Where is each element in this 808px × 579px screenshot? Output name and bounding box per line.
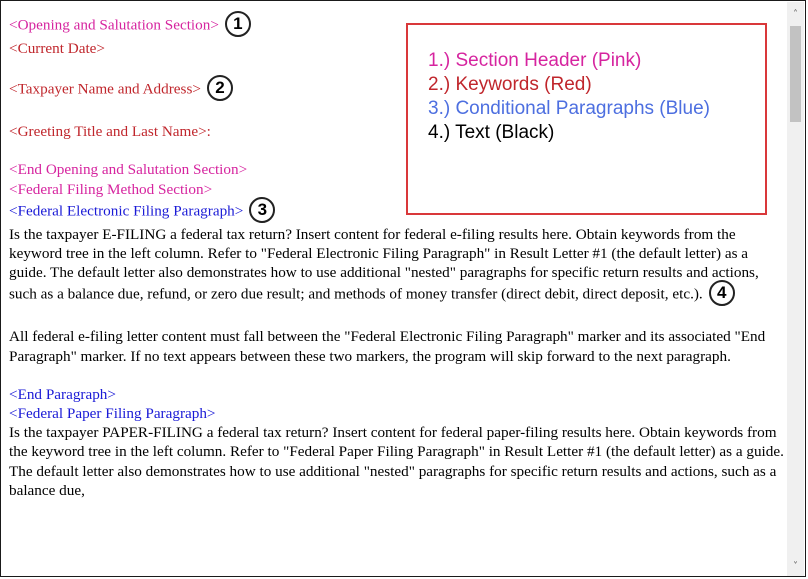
section-header-opening: <Opening and Salutation Section> <box>9 16 219 34</box>
callout-marker-2: 2 <box>206 75 233 102</box>
conditional-federal-paper: <Federal Paper Filing Paragraph> <box>9 405 216 423</box>
chevron-down-icon[interactable]: ˅ <box>787 558 804 575</box>
conditional-federal-electronic: <Federal Electronic Filing Paragraph> <box>9 202 244 220</box>
vertical-scrollbar[interactable]: ˄ ˅ <box>787 2 804 576</box>
color-legend: 1.) Section Header (Pink) 2.) Keywords (… <box>406 23 767 215</box>
scrollbar-thumb[interactable] <box>790 26 801 122</box>
callout-marker-3: 3 <box>249 196 276 223</box>
callout-marker-4: 4 <box>708 280 735 307</box>
body-paragraph-efile: Is the taxpayer E-FILING a federal tax r… <box>9 225 789 309</box>
keyword-taxpayer-name-address: <Taxpayer Name and Address> <box>9 80 201 98</box>
legend-keywords: 2.) Keywords (Red) <box>428 74 592 95</box>
letter-editor[interactable]: <Opening and Salutation Section> 1 <Curre… <box>0 0 806 577</box>
callout-marker-1: 1 <box>224 11 251 37</box>
conditional-end-paragraph: <End Paragraph> <box>9 385 116 403</box>
body-text-efile-rules: All federal e-filing letter content must… <box>9 328 766 365</box>
legend-text: 4.) Text (Black) <box>428 122 555 143</box>
legend-conditional-paragraphs: 3.) Conditional Paragraphs (Blue) <box>428 98 710 119</box>
body-text-efile: Is the taxpayer E-FILING a federal tax r… <box>9 225 759 303</box>
chevron-up-icon[interactable]: ˄ <box>787 6 804 23</box>
legend-section-header: 1.) Section Header (Pink) <box>428 50 642 71</box>
body-text-paper-file: Is the taxpayer PAPER-FILING a federal t… <box>9 424 784 499</box>
